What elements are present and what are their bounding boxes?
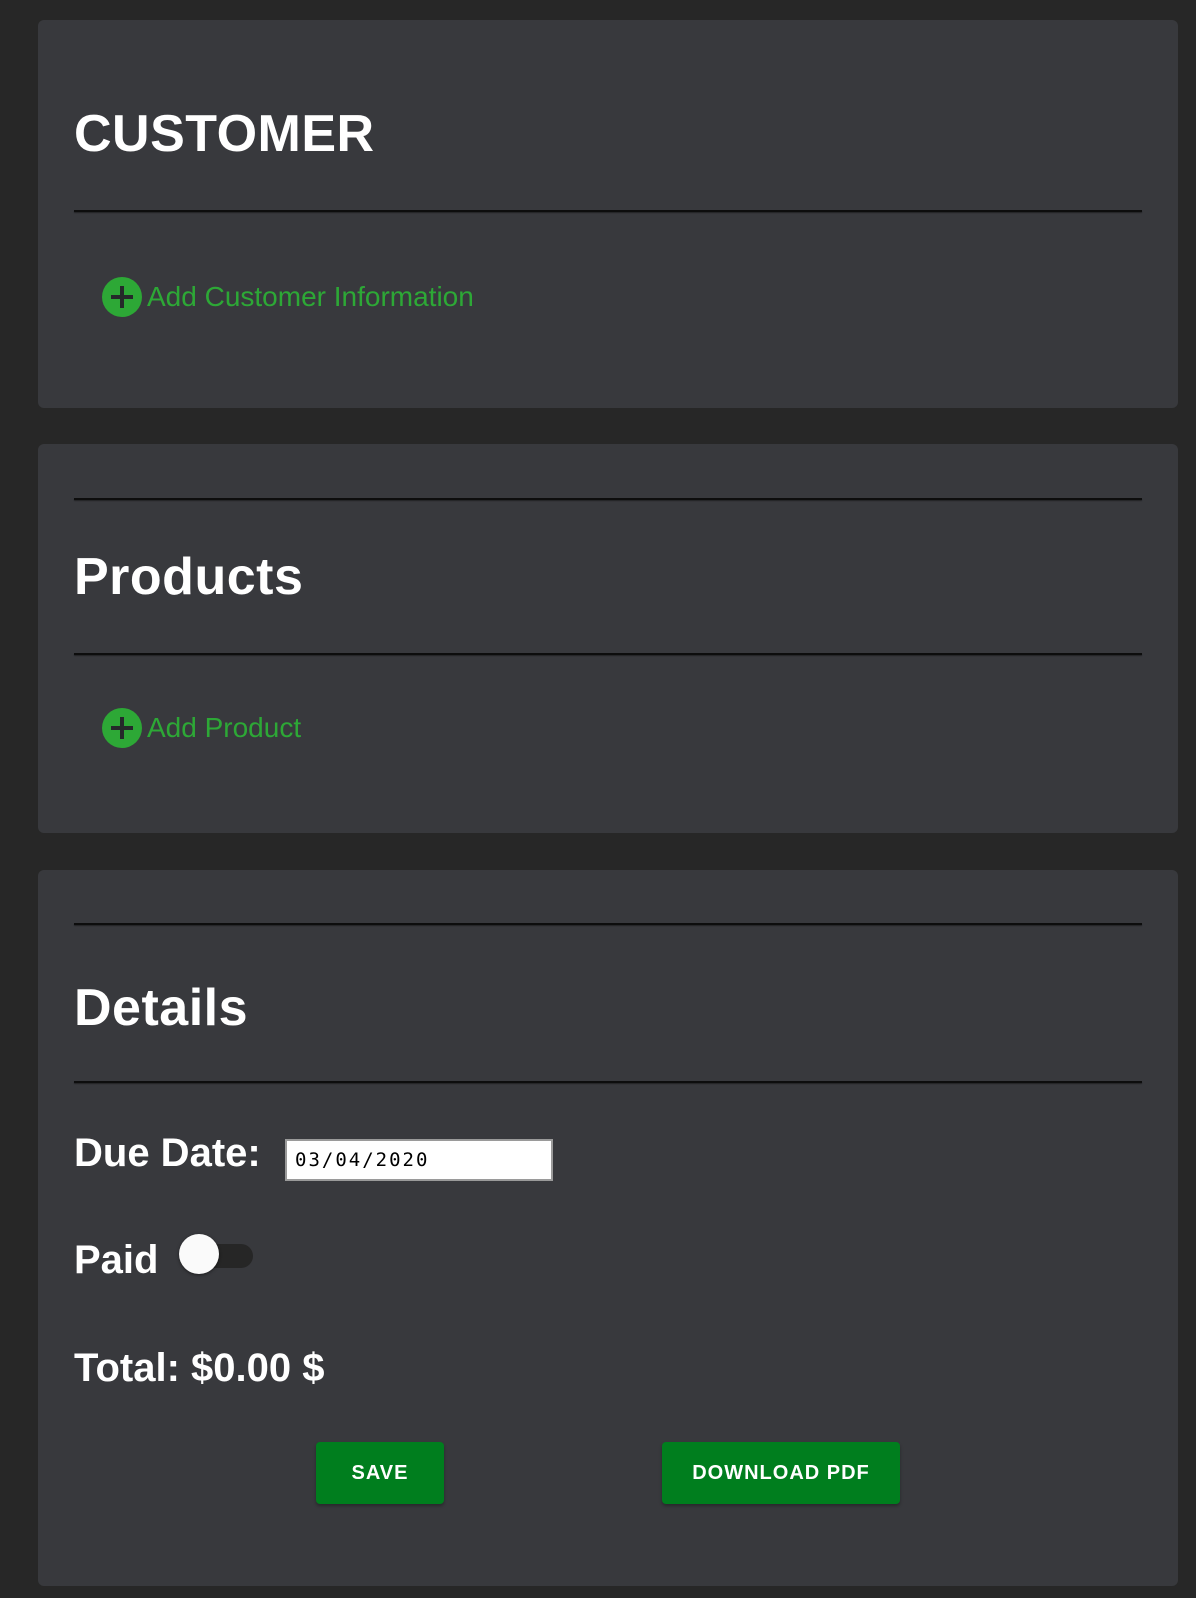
plus-circle-icon [102, 277, 142, 317]
products-divider [74, 653, 1142, 655]
add-product-link[interactable]: Add Product [102, 708, 301, 748]
add-customer-info-link[interactable]: Add Customer Information [102, 277, 474, 317]
details-title: Details [74, 979, 249, 1037]
products-title: Products [74, 548, 304, 606]
customer-card: CUSTOMER Add Customer Information [38, 20, 1178, 408]
download-pdf-button[interactable]: DOWNLOAD PDF [662, 1442, 900, 1504]
due-date-input[interactable] [285, 1139, 553, 1181]
total-label: Total: $0.00 $ [74, 1346, 325, 1390]
details-card: Details Due Date: Paid Total: $0.00 $ SA… [38, 870, 1178, 1586]
paid-toggle-knob [179, 1234, 219, 1274]
paid-toggle[interactable] [179, 1234, 253, 1274]
products-top-divider [74, 498, 1142, 500]
details-divider [74, 1081, 1142, 1083]
plus-circle-icon [102, 708, 142, 748]
add-customer-info-label: Add Customer Information [147, 281, 474, 312]
customer-title: CUSTOMER [74, 105, 375, 163]
customer-divider [74, 210, 1142, 212]
add-product-label: Add Product [147, 712, 302, 743]
paid-label: Paid [74, 1238, 159, 1282]
products-card: Products Add Product [38, 444, 1178, 833]
save-button[interactable]: SAVE [316, 1442, 444, 1504]
details-top-divider [74, 923, 1142, 925]
due-date-label: Due Date: [74, 1131, 261, 1175]
